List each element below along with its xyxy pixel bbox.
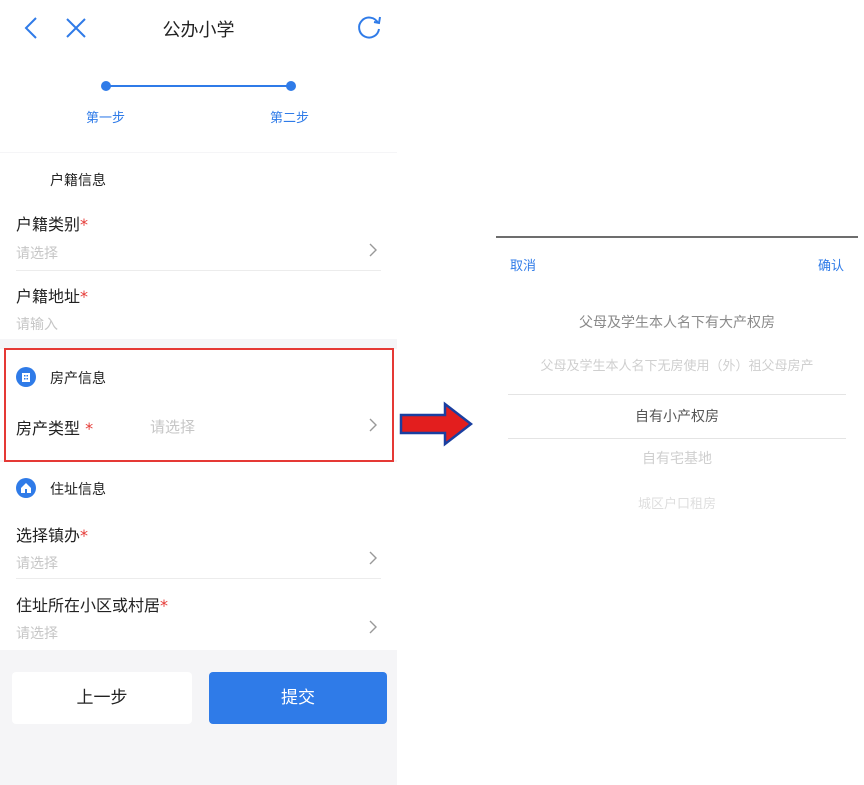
town-label: 选择镇办* <box>16 526 89 545</box>
step-2-label: 第二步 <box>270 111 310 126</box>
picker-cancel-button[interactable]: 取消 <box>510 255 536 274</box>
step-2-dot <box>286 81 296 91</box>
page-title: 公办小学 <box>162 20 235 41</box>
picker-option-selected[interactable]: 自有小产权房 <box>496 406 858 426</box>
residence-section: 住址信息 选择镇办* 请选择 住址所在小区或村居* 请选择 <box>0 462 397 650</box>
community-label: 住址所在小区或村居* <box>16 596 169 615</box>
required-mark: * <box>80 287 89 306</box>
picker-selection-line-top <box>508 394 846 395</box>
picker-option[interactable]: 父母及学生本人名下无房使用（外）祖父母房产 <box>496 355 858 374</box>
picker-option[interactable]: 父母及学生本人名下有大产权房 <box>496 312 858 332</box>
top-navigation-bar: 公办小学 <box>0 0 397 60</box>
household-type-label: 户籍类别* <box>16 215 89 234</box>
chevron-right-icon[interactable] <box>368 620 378 634</box>
town-select[interactable]: 请选择 <box>16 553 58 573</box>
step-connector-line <box>106 85 291 87</box>
red-arrow-icon <box>399 401 473 447</box>
required-mark: * <box>80 215 89 234</box>
household-section-title: 户籍信息 <box>50 173 106 189</box>
step-progress: 第一步 第二步 <box>0 60 397 152</box>
household-address-label: 户籍地址* <box>16 287 89 306</box>
chevron-right-icon[interactable] <box>368 551 378 565</box>
previous-step-button[interactable]: 上一步 <box>12 672 192 724</box>
household-type-select[interactable]: 请选择 <box>16 243 58 263</box>
property-type-picker: 取消 确认 父母及学生本人名下有大产权房 父母及学生本人名下无房使用（外）祖父母… <box>496 236 858 536</box>
required-mark: * <box>80 526 89 545</box>
highlight-box <box>4 348 394 462</box>
step-1-dot <box>101 81 111 91</box>
form-screen: 公办小学 第一步 第二步 户籍信息 户籍类别* 请选择 户籍地址* 请输入 房产… <box>0 0 397 785</box>
picker-top-border <box>496 236 858 238</box>
divider <box>16 270 381 271</box>
divider <box>16 578 381 579</box>
refresh-icon[interactable] <box>354 12 384 42</box>
chevron-right-icon[interactable] <box>368 243 378 257</box>
required-mark: * <box>160 596 169 615</box>
community-select[interactable]: 请选择 <box>16 623 58 643</box>
residence-home-icon <box>16 478 36 498</box>
residence-section-title: 住址信息 <box>50 482 106 498</box>
household-section: 户籍信息 户籍类别* 请选择 户籍地址* 请输入 <box>0 153 397 339</box>
household-address-input[interactable]: 请输入 <box>16 314 58 334</box>
picker-selection-line-bottom <box>508 438 846 439</box>
submit-button[interactable]: 提交 <box>209 672 387 724</box>
step-1-label: 第一步 <box>86 111 126 126</box>
picker-option[interactable]: 城区户口租房 <box>496 493 858 512</box>
picker-confirm-button[interactable]: 确认 <box>818 255 844 274</box>
picker-option[interactable]: 自有宅基地 <box>496 448 858 468</box>
